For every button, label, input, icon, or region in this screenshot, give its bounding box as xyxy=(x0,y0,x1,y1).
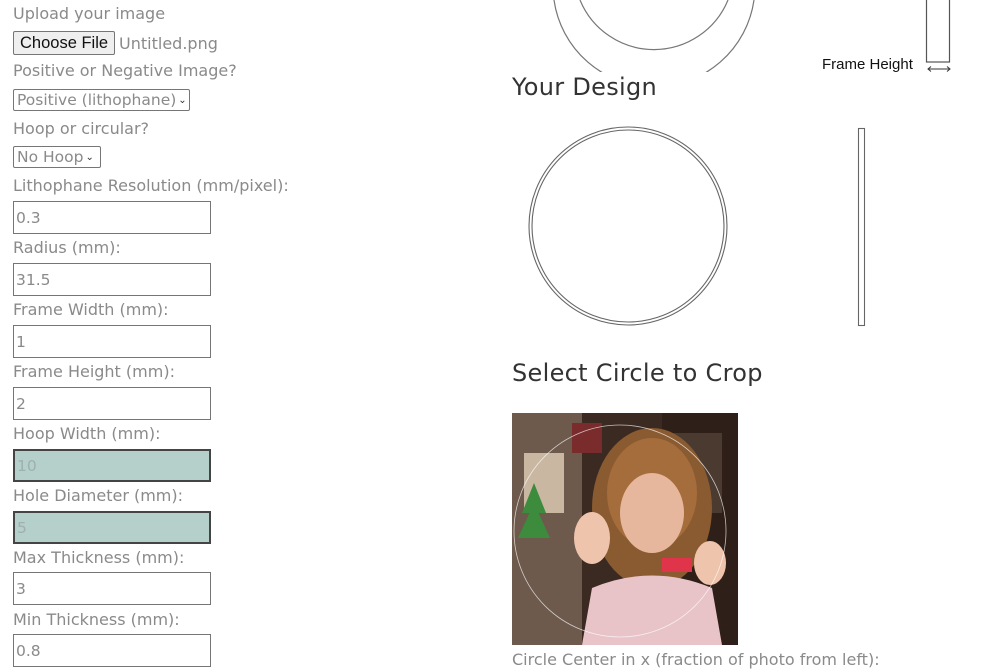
hoop-width-input[interactable]: 10 xyxy=(13,449,211,482)
crop-heading: Select Circle to Crop xyxy=(512,359,763,387)
hoop-select[interactable]: No Hoop ⌄ xyxy=(13,146,101,168)
frame-height-input[interactable]: 2 xyxy=(13,387,211,420)
polarity-select[interactable]: Positive (lithophane) ⌄ xyxy=(13,89,190,111)
max-thickness-input[interactable]: 3 xyxy=(13,572,211,605)
frame-width-input[interactable]: 1 xyxy=(13,325,211,358)
min-thickness-label: Min Thickness (mm): xyxy=(13,610,180,629)
hole-diameter-label: Hole Diameter (mm): xyxy=(13,486,184,505)
polarity-label: Positive or Negative Image? xyxy=(13,61,237,80)
hoop-label: Hoop or circular? xyxy=(13,119,150,138)
upload-label: Upload your image xyxy=(13,4,166,23)
polarity-select-value: Positive (lithophane) xyxy=(17,91,177,109)
max-thickness-label: Max Thickness (mm): xyxy=(13,548,185,567)
hole-diameter-input[interactable]: 5 xyxy=(13,511,211,544)
radius-label: Radius (mm): xyxy=(13,238,121,257)
file-input[interactable]: Choose File Untitled.png xyxy=(13,31,218,55)
design-heading: Your Design xyxy=(512,73,658,101)
hoop-width-label: Hoop Width (mm): xyxy=(13,424,161,443)
radius-input[interactable]: 31.5 xyxy=(13,263,211,296)
frame-height-caption: Frame Height xyxy=(822,56,913,73)
crop-photo[interactable] xyxy=(512,413,738,645)
design-frame-side-diagram xyxy=(857,127,866,327)
min-thickness-input[interactable]: 0.8 xyxy=(13,634,211,667)
choose-file-button[interactable]: Choose File xyxy=(13,31,116,55)
chevron-down-icon: ⌄ xyxy=(178,94,187,106)
frame-height-diagram xyxy=(925,0,951,72)
frame-height-label: Frame Height (mm): xyxy=(13,362,175,381)
crop-photo-image xyxy=(512,413,738,645)
hoop-preview-diagram xyxy=(553,0,755,72)
chevron-down-icon: ⌄ xyxy=(85,151,94,163)
resolution-input[interactable]: 0.3 xyxy=(13,201,211,234)
circle-center-x-label: Circle Center in x (fraction of photo fr… xyxy=(512,650,880,669)
hoop-select-value: No Hoop xyxy=(17,148,84,166)
frame-width-label: Frame Width (mm): xyxy=(13,300,169,319)
design-circle-diagram xyxy=(528,126,728,326)
file-name: Untitled.png xyxy=(119,33,218,53)
resolution-label: Lithophane Resolution (mm/pixel): xyxy=(13,176,289,195)
